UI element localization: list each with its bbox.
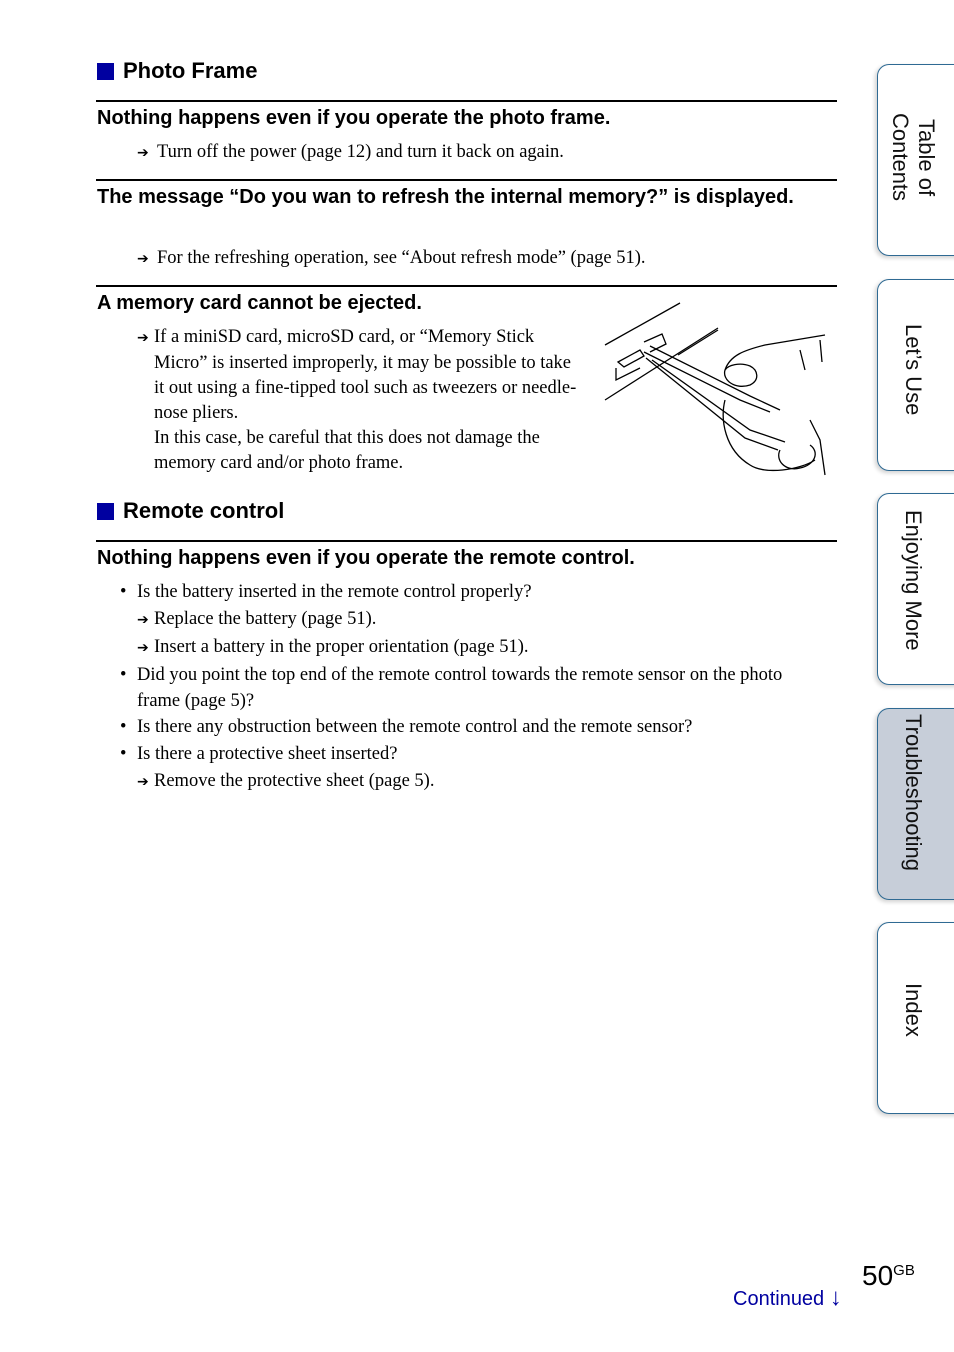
answer: ➔ Turn off the power (page 12) and turn i… <box>137 140 564 166</box>
arrow-icon: ➔ <box>137 145 149 161</box>
tab-table-of-contents[interactable]: Table of Contents <box>877 64 954 256</box>
bullet-icon: • <box>120 717 127 737</box>
answer: ➔ Remove the protective sheet (page 5). <box>120 768 810 796</box>
tweezers-removing-card-illustration <box>604 302 826 476</box>
answer: ➔ If a miniSD card, microSD card, or “Mem… <box>137 325 577 476</box>
list-item: • Is the battery inserted in the remote c… <box>120 579 810 606</box>
answer-text: Turn off the power (page 12) and turn it… <box>157 142 564 162</box>
list-item-text: Did you point the top end of the remote … <box>137 665 783 711</box>
list-item-text: Is the battery inserted in the remote co… <box>137 582 532 602</box>
page-number-value: 50 <box>862 1260 894 1291</box>
down-arrow-icon: ↓ <box>829 1284 842 1311</box>
list-item-text: Is there a protective sheet inserted? <box>137 744 398 764</box>
tab-label: Troubleshooting <box>901 714 926 871</box>
answer-text: Replace the battery (page 51). <box>154 609 377 629</box>
tab-troubleshooting[interactable]: Troubleshooting <box>877 708 954 900</box>
answer: ➔ Insert a battery in the proper orientat… <box>120 634 810 662</box>
tab-label: Table of Contents <box>888 113 939 202</box>
section-title-remote-control: Remote control <box>97 498 284 524</box>
answer-text: Insert a battery in the proper orientati… <box>154 637 529 657</box>
question-heading: The message “Do you wan to refresh the i… <box>97 186 794 208</box>
square-bullet-icon <box>97 62 114 80</box>
answer-note: In this case, be careful that this does … <box>154 428 540 473</box>
section-title-photo-frame: Photo Frame <box>97 58 257 84</box>
arrow-icon: ➔ <box>137 612 149 628</box>
list-item: • Did you point the top end of the remote… <box>120 662 810 714</box>
question-heading: Nothing happens even if you operate the … <box>97 547 635 569</box>
answer-text: If a miniSD card, microSD card, or “Memo… <box>154 327 577 423</box>
tab-lets-use[interactable]: Let’s Use <box>877 279 954 471</box>
square-bullet-icon <box>97 502 114 520</box>
list-item: • Is there a protective sheet inserted? <box>120 741 810 768</box>
answer-text: For the refreshing operation, see “About… <box>157 248 646 268</box>
page-number: 50GB <box>862 1260 915 1292</box>
section-title-text: Remote control <box>123 498 285 523</box>
bullet-icon: • <box>120 665 127 685</box>
tab-index[interactable]: Index <box>877 922 954 1114</box>
divider <box>96 179 837 181</box>
divider <box>96 540 837 542</box>
arrow-icon: ➔ <box>137 251 149 267</box>
bullet-list: • Is the battery inserted in the remote c… <box>120 579 810 796</box>
divider <box>96 285 837 287</box>
divider <box>96 100 837 102</box>
list-item: • Is there any obstruction between the re… <box>120 714 810 741</box>
tab-label: Enjoying More <box>901 510 926 651</box>
answer: ➔ For the refreshing operation, see “Abou… <box>137 246 646 272</box>
tab-label: Index <box>901 983 926 1037</box>
continued-link[interactable]: Continued ↓ <box>733 1284 842 1312</box>
page-suffix: GB <box>893 1262 915 1279</box>
arrow-icon: ➔ <box>137 774 149 790</box>
arrow-icon: ➔ <box>137 640 149 656</box>
bullet-icon: • <box>120 582 127 602</box>
question-heading: Nothing happens even if you operate the … <box>97 107 611 129</box>
answer: ➔ Replace the battery (page 51). <box>120 606 810 634</box>
answer-text: Remove the protective sheet (page 5). <box>154 771 435 791</box>
bullet-icon: • <box>120 744 127 764</box>
continued-text: Continued <box>733 1288 825 1310</box>
section-title-text: Photo Frame <box>123 58 258 83</box>
tab-label: Let’s Use <box>901 324 926 416</box>
list-item-text: Is there any obstruction between the rem… <box>137 717 693 737</box>
tab-enjoying-more[interactable]: Enjoying More <box>877 493 954 685</box>
arrow-icon: ➔ <box>137 330 149 346</box>
